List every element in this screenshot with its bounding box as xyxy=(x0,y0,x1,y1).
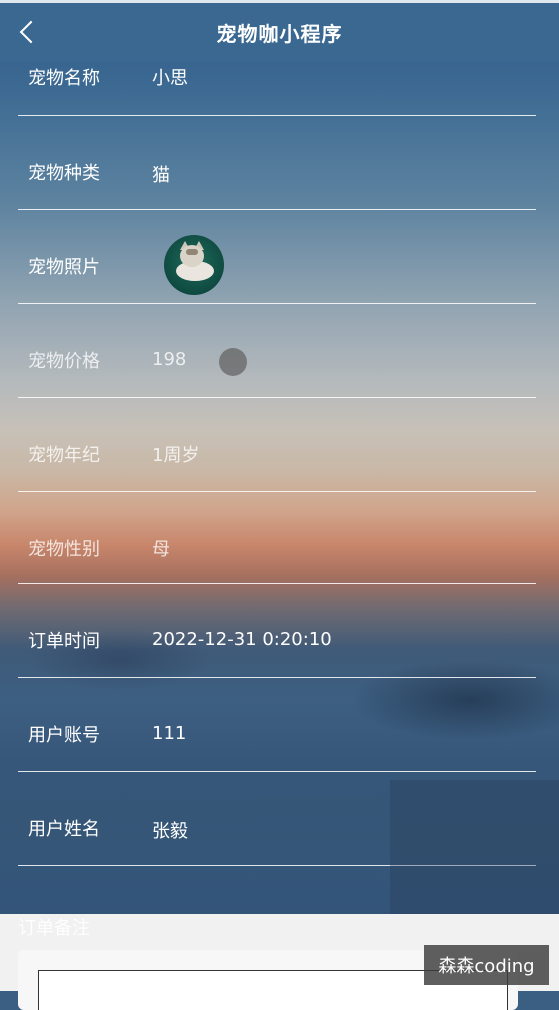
field-label: 宠物照片 xyxy=(28,257,100,278)
field-pet-price: 宠物价格 198 xyxy=(18,304,536,398)
page-title: 宠物咖小程序 xyxy=(216,22,343,46)
field-order-time: 订单时间 2022-12-31 0:20:10 xyxy=(18,584,536,678)
field-pet-age: 宠物年纪 1周岁 xyxy=(18,398,536,492)
field-user-account: 用户账号 111 xyxy=(18,678,536,772)
order-remark-label: 订单备注 xyxy=(18,918,90,939)
field-label: 宠物种类 xyxy=(28,163,100,184)
field-pet-gender: 宠物性别 母 xyxy=(18,490,536,584)
back-chevron-icon[interactable] xyxy=(16,17,40,47)
touch-indicator xyxy=(219,348,247,376)
field-value: 猫 xyxy=(152,165,170,186)
field-value: 张毅 xyxy=(152,821,188,842)
field-pet-photo: 宠物照片 xyxy=(18,210,536,304)
field-label: 宠物价格 xyxy=(28,351,100,372)
top-navigation-bar: 宠物咖小程序 xyxy=(0,0,559,62)
watermark-label: 森森coding xyxy=(424,945,549,985)
field-value: 1周岁 xyxy=(152,445,200,466)
pet-photo-avatar[interactable] xyxy=(164,235,224,295)
field-pet-type: 宠物种类 猫 xyxy=(18,116,536,210)
field-label: 用户账号 xyxy=(28,725,100,746)
field-value: 111 xyxy=(152,723,187,744)
cat-stripe xyxy=(186,249,198,255)
field-label: 宠物性别 xyxy=(28,539,100,560)
field-value: 198 xyxy=(152,349,187,370)
field-label: 订单时间 xyxy=(28,631,100,652)
field-value: 2022-12-31 0:20:10 xyxy=(152,629,332,650)
field-value: 母 xyxy=(152,539,170,560)
field-label: 宠物名称 xyxy=(28,68,100,89)
field-label: 宠物年纪 xyxy=(28,445,100,466)
field-value: 小思 xyxy=(152,68,188,89)
field-label: 用户姓名 xyxy=(28,819,100,840)
